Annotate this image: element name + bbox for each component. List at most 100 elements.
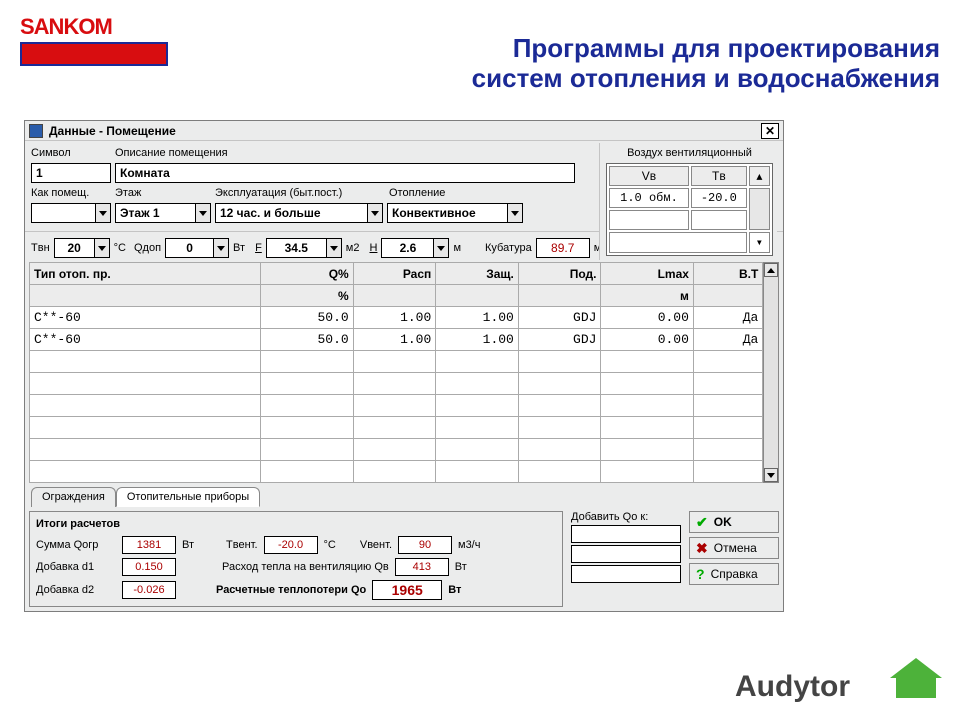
table-cell[interactable] <box>261 395 353 417</box>
table-cell[interactable]: 50.0 <box>261 307 353 329</box>
vent-scroll-track[interactable] <box>749 188 770 230</box>
table-cell[interactable]: Да <box>693 307 762 329</box>
table-cell[interactable] <box>693 439 762 461</box>
table-row[interactable] <box>30 373 763 395</box>
qdop-combo[interactable]: 0 <box>165 238 229 258</box>
table-cell[interactable] <box>436 439 519 461</box>
table-cell[interactable]: Да <box>693 329 762 351</box>
vent-scroll-up[interactable]: ▴ <box>749 166 770 186</box>
table-cell[interactable]: C**-60 <box>30 329 261 351</box>
table-cell[interactable] <box>436 351 519 373</box>
chevron-down-icon[interactable] <box>95 203 111 223</box>
table-cell[interactable] <box>353 439 436 461</box>
table-cell[interactable]: 1.00 <box>436 307 519 329</box>
table-cell[interactable]: 50.0 <box>261 329 353 351</box>
table-cell[interactable] <box>693 461 762 483</box>
table-row[interactable]: C**-6050.01.001.00GDJ0.00Да <box>30 329 763 351</box>
table-cell[interactable] <box>518 351 601 373</box>
chevron-down-icon[interactable] <box>326 238 342 258</box>
table-cell[interactable] <box>518 461 601 483</box>
addqo-field1[interactable] <box>571 525 681 543</box>
table-cell[interactable] <box>30 395 261 417</box>
table-cell[interactable] <box>261 417 353 439</box>
table-cell[interactable] <box>353 395 436 417</box>
symbol-field[interactable]: 1 <box>31 163 111 183</box>
vent-val-vv[interactable]: 1.0 обм. <box>609 188 689 208</box>
table-cell[interactable] <box>436 417 519 439</box>
table-cell[interactable] <box>518 395 601 417</box>
chevron-down-icon[interactable] <box>507 203 523 223</box>
table-cell[interactable] <box>601 351 693 373</box>
chevron-down-icon[interactable] <box>433 238 449 258</box>
table-cell[interactable] <box>693 373 762 395</box>
table-cell[interactable]: 1.00 <box>353 329 436 351</box>
vent-c1[interactable] <box>609 210 689 230</box>
table-cell[interactable]: GDJ <box>518 329 601 351</box>
table-cell[interactable] <box>601 373 693 395</box>
floor-combo[interactable]: Этаж 1 <box>115 203 211 223</box>
h-combo[interactable]: 2.6 <box>381 238 449 258</box>
table-cell[interactable] <box>261 439 353 461</box>
table-cell[interactable] <box>353 351 436 373</box>
tab-heaters[interactable]: Отопительные приборы <box>116 487 260 507</box>
tab-walls[interactable]: Ограждения <box>31 487 116 507</box>
table-cell[interactable]: GDJ <box>518 307 601 329</box>
table-cell[interactable] <box>436 461 519 483</box>
table-cell[interactable] <box>261 461 353 483</box>
table-cell[interactable] <box>693 417 762 439</box>
table-cell[interactable] <box>518 373 601 395</box>
exploitation-combo[interactable]: 12 час. и больше <box>215 203 383 223</box>
chevron-down-icon[interactable] <box>195 203 211 223</box>
as-room-combo[interactable] <box>31 203 111 223</box>
addqo-field3[interactable] <box>571 565 681 583</box>
vent-c2[interactable] <box>691 210 747 230</box>
table-cell[interactable] <box>436 373 519 395</box>
table-row[interactable]: C**-6050.01.001.00GDJ0.00Да <box>30 307 763 329</box>
table-cell[interactable] <box>601 395 693 417</box>
table-cell[interactable] <box>30 417 261 439</box>
table-cell[interactable] <box>30 461 261 483</box>
f-combo[interactable]: 34.5 <box>266 238 342 258</box>
scroll-down-icon[interactable] <box>764 468 778 482</box>
grid-scrollbar[interactable] <box>763 262 779 483</box>
table-row[interactable] <box>30 395 763 417</box>
table-row[interactable] <box>30 461 763 483</box>
heaters-grid[interactable]: Тип отоп. пр. Q% Расп Защ. Под. Lmax В.Т… <box>29 262 763 483</box>
table-cell[interactable] <box>30 351 261 373</box>
table-cell[interactable] <box>601 417 693 439</box>
close-button[interactable]: ✕ <box>761 123 779 139</box>
chevron-down-icon[interactable] <box>94 238 110 258</box>
ok-button[interactable]: ✔ OK <box>689 511 779 533</box>
chevron-down-icon[interactable] <box>367 203 383 223</box>
table-cell[interactable] <box>436 395 519 417</box>
table-cell[interactable] <box>353 461 436 483</box>
table-cell[interactable]: 1.00 <box>353 307 436 329</box>
table-row[interactable] <box>30 439 763 461</box>
vent-val-tv[interactable]: -20.0 <box>691 188 747 208</box>
table-cell[interactable] <box>30 439 261 461</box>
table-cell[interactable] <box>518 439 601 461</box>
table-cell[interactable] <box>693 351 762 373</box>
cancel-button[interactable]: ✖ Отмена <box>689 537 779 559</box>
table-cell[interactable] <box>601 461 693 483</box>
vent-c3[interactable] <box>609 232 747 253</box>
desc-field[interactable]: Комната <box>115 163 575 183</box>
tvn-combo[interactable]: 20 <box>54 238 110 258</box>
scroll-track[interactable] <box>764 277 778 468</box>
table-cell[interactable] <box>601 439 693 461</box>
table-cell[interactable] <box>693 395 762 417</box>
table-row[interactable] <box>30 417 763 439</box>
table-cell[interactable] <box>30 373 261 395</box>
scroll-up-icon[interactable] <box>764 263 778 277</box>
table-cell[interactable] <box>261 373 353 395</box>
table-row[interactable] <box>30 351 763 373</box>
table-cell[interactable] <box>353 417 436 439</box>
addqo-field2[interactable] <box>571 545 681 563</box>
heating-combo[interactable]: Конвективное <box>387 203 523 223</box>
table-cell[interactable] <box>261 351 353 373</box>
table-cell[interactable]: 0.00 <box>601 307 693 329</box>
vent-scroll-down[interactable]: ▾ <box>749 232 770 253</box>
table-cell[interactable]: C**-60 <box>30 307 261 329</box>
chevron-down-icon[interactable] <box>213 238 229 258</box>
table-cell[interactable] <box>518 417 601 439</box>
